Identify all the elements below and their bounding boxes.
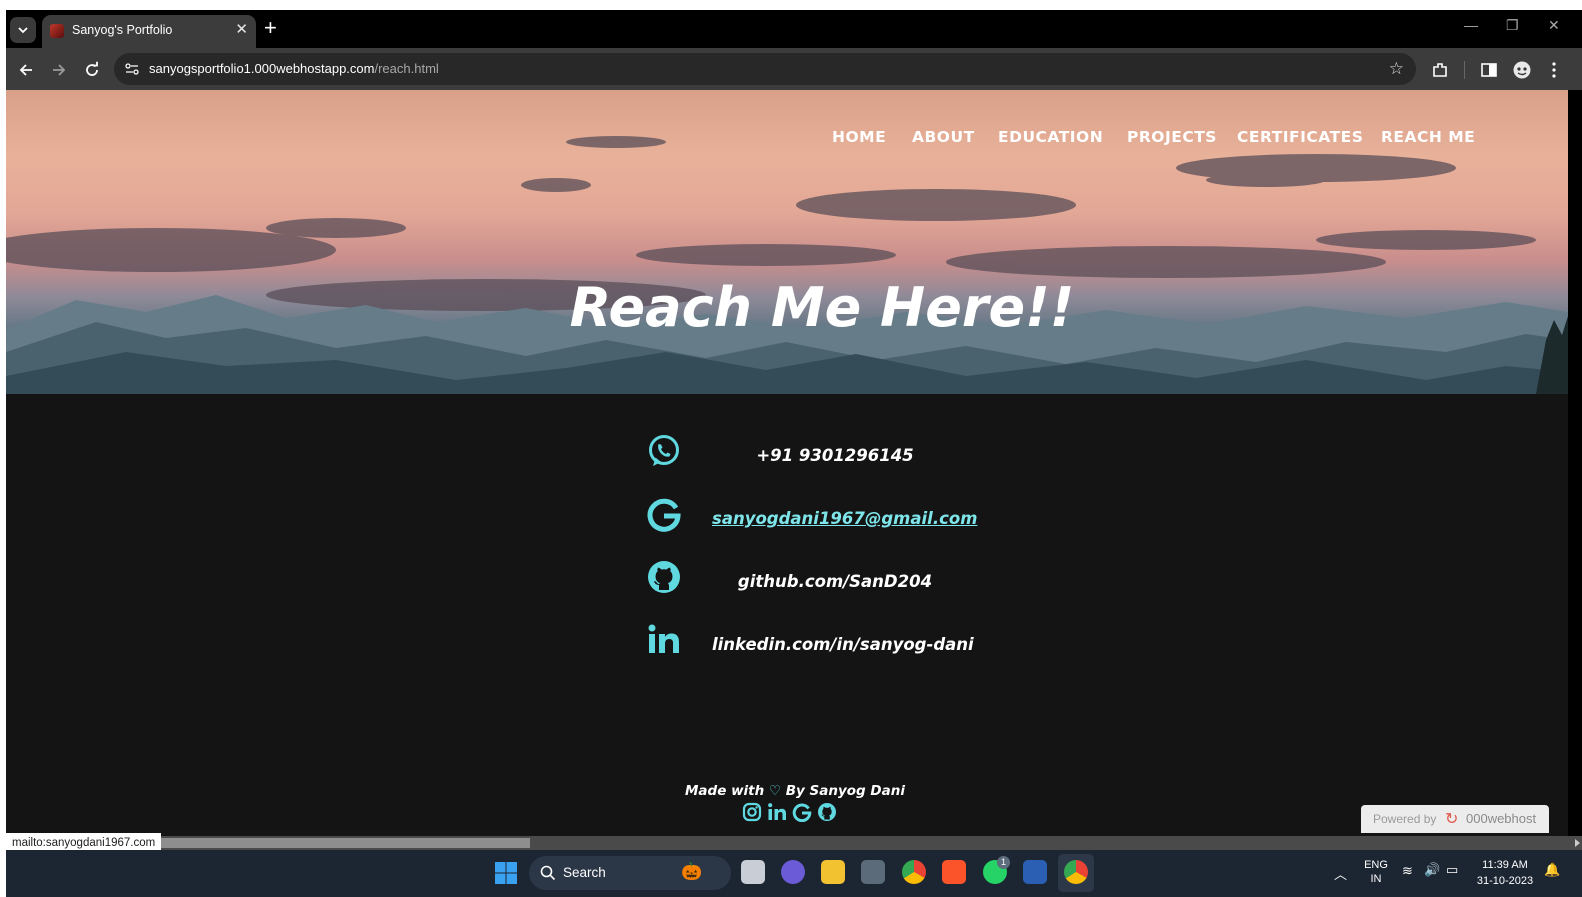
footer-made-with: Made with (685, 783, 765, 799)
halloween-pumpkin-icon: 🎃 (681, 862, 703, 881)
active-tab[interactable]: Sanyog's Portfolio ✕ (42, 15, 256, 48)
email-link-text[interactable]: sanyogdani1967@gmail.com (712, 509, 977, 528)
footer-credit: Made with ♡ By Sanyog Dani (606, 783, 984, 799)
bookmark-star-icon[interactable]: ☆ (1389, 59, 1404, 79)
github-icon (648, 561, 680, 593)
chrome-active-icon[interactable] (1064, 860, 1088, 884)
google-icon (647, 498, 681, 532)
url-path: /reach.html (374, 61, 439, 76)
site-info-icon[interactable] (124, 61, 140, 77)
task-view-icon[interactable] (741, 860, 765, 884)
footer-instagram-icon[interactable] (742, 802, 762, 822)
reload-icon[interactable] (82, 60, 102, 80)
github-link[interactable]: github.com/SanD204 (712, 572, 958, 591)
page-title: Reach Me Here!! (569, 276, 1075, 339)
scrollbar-thumb[interactable] (152, 838, 530, 848)
browser-window: Sanyog's Portfolio ✕ + — ❐ ✕ sanyogsport… (6, 10, 1582, 897)
url-host: sanyogsportfolio1.000webhostapp.com (149, 61, 375, 76)
word-icon[interactable] (1023, 860, 1047, 884)
footer-github-icon[interactable] (817, 802, 837, 822)
notification-bell-icon[interactable]: 🔔 (1544, 862, 1560, 878)
battery-icon[interactable]: ▭ (1446, 862, 1458, 878)
whatsapp-badge: 1 (997, 856, 1010, 869)
linkedin-icon (648, 624, 679, 653)
nav-certificates[interactable]: CERTIFICATES (1237, 128, 1363, 146)
whatsapp-icon (649, 435, 679, 466)
hero-banner: HOME ABOUT EDUCATION PROJECTS CERTIFICAT… (6, 90, 1568, 394)
wifi-icon[interactable]: ≋ (1402, 863, 1413, 879)
favicon-icon (50, 24, 64, 38)
page-viewport: HOME ABOUT EDUCATION PROJECTS CERTIFICAT… (6, 90, 1568, 836)
brave-browser-icon[interactable] (942, 860, 966, 884)
footer-author: By Sanyog Dani (785, 783, 905, 799)
tab-title: Sanyog's Portfolio (72, 23, 173, 37)
close-tab-icon[interactable]: ✕ (235, 22, 248, 38)
toolbar-divider (1464, 61, 1465, 79)
clock-date: 31-10-2023 (1476, 875, 1534, 887)
nav-about[interactable]: ABOUT (912, 128, 975, 146)
chevron-down-icon (18, 27, 28, 34)
linkedin-link[interactable]: linkedin.com/in/sanyog-dani (712, 635, 974, 654)
settings-app-icon[interactable] (861, 860, 885, 884)
powered-by-label: Powered by (1373, 812, 1437, 826)
footer-linkedin-icon[interactable] (767, 802, 787, 822)
horizontal-scrollbar[interactable] (6, 836, 1582, 850)
scroll-right-arrow-icon[interactable] (1575, 839, 1580, 847)
taskbar-search-label: Search (563, 865, 606, 880)
nav-education[interactable]: EDUCATION (998, 128, 1103, 146)
url-text[interactable]: sanyogsportfolio1.000webhostapp.com/reac… (149, 61, 439, 76)
search-icon (540, 865, 556, 881)
powered-by-badge[interactable]: Powered by ↻ 000webhost (1361, 805, 1549, 833)
volume-icon[interactable]: 🔊 (1424, 862, 1440, 878)
footer-google-icon[interactable] (792, 802, 812, 822)
tray-chevron-up-icon[interactable]: ︿ (1334, 864, 1347, 883)
clock-time: 11:39 AM (1482, 859, 1528, 871)
heart-icon: ♡ (768, 783, 782, 799)
teams-chat-icon[interactable] (781, 860, 805, 884)
minimize-button[interactable]: — (1464, 17, 1478, 33)
new-tab-button[interactable]: + (264, 17, 277, 39)
windows-taskbar: Search 🎃 1 ︿ ENG IN ≋ 🔊 ▭ 11:39 AM 31-10… (6, 850, 1582, 897)
file-explorer-icon[interactable] (821, 860, 845, 884)
browser-toolbar: sanyogsportfolio1.000webhostapp.com/reac… (6, 48, 1582, 90)
screen: Sanyog's Portfolio ✕ + — ❐ ✕ sanyogsport… (0, 0, 1582, 897)
language-indicator[interactable]: ENG IN (1362, 858, 1390, 886)
profile-avatar-icon[interactable] (1512, 60, 1532, 80)
nav-reach-me[interactable]: REACH ME (1381, 128, 1475, 146)
nav-projects[interactable]: PROJECTS (1127, 128, 1217, 146)
phone-number: +91 9301296145 (756, 446, 914, 465)
webhost-logo-icon: ↻ (1445, 811, 1459, 828)
tab-strip: Sanyog's Portfolio ✕ + — ❐ ✕ (6, 10, 1582, 48)
windows-start-icon[interactable] (495, 862, 517, 884)
tab-search-button[interactable] (10, 17, 36, 43)
powered-by-brand: 000webhost (1466, 811, 1537, 826)
extensions-icon[interactable] (1430, 60, 1450, 80)
clock[interactable]: 11:39 AM 31-10-2023 (1472, 857, 1538, 889)
side-panel-icon[interactable] (1479, 60, 1499, 80)
taskbar-search-box[interactable]: Search 🎃 (529, 856, 731, 890)
language-secondary: IN (1370, 873, 1382, 885)
close-window-button[interactable]: ✕ (1548, 17, 1560, 34)
back-arrow-icon[interactable] (16, 60, 36, 80)
more-menu-icon[interactable] (1544, 60, 1564, 80)
forward-arrow-icon[interactable] (49, 60, 69, 80)
language-primary: ENG (1364, 859, 1388, 871)
chrome-icon[interactable] (902, 860, 926, 884)
nav-home[interactable]: HOME (832, 128, 886, 146)
email-link[interactable]: sanyogdani1967@gmail.com (712, 509, 977, 528)
address-bar[interactable]: sanyogsportfolio1.000webhostapp.com/reac… (114, 53, 1416, 85)
restore-button[interactable]: ❐ (1506, 17, 1519, 34)
